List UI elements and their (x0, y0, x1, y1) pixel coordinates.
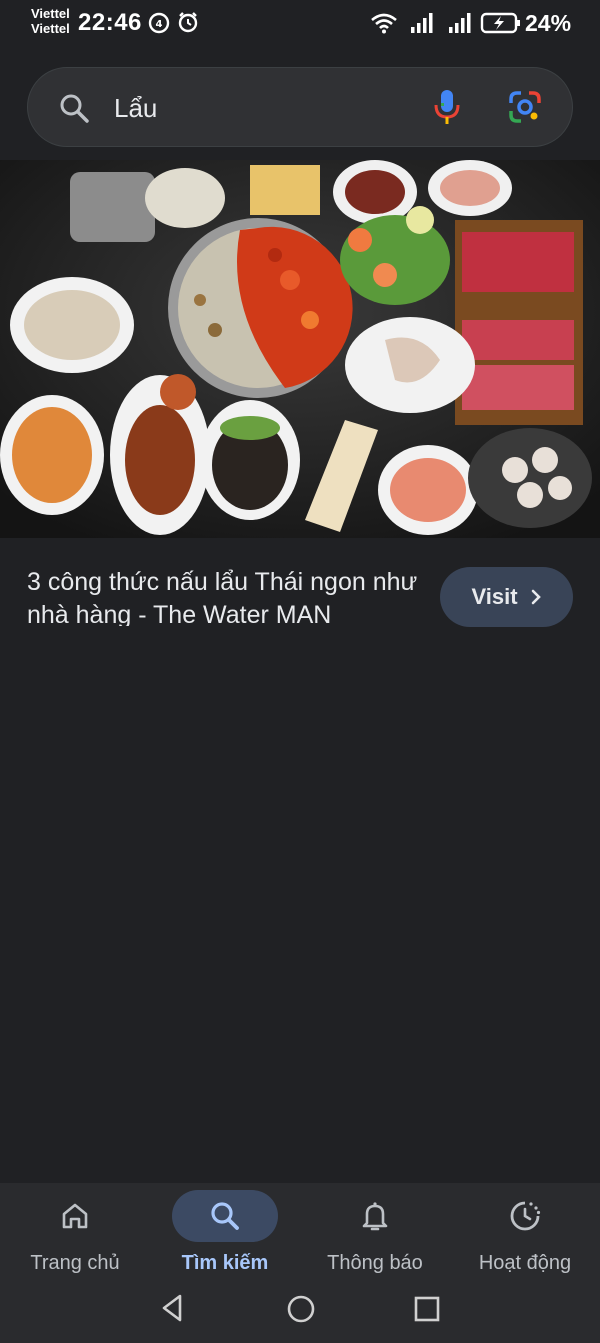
google-lens-icon[interactable] (508, 90, 542, 124)
search-bar[interactable]: Lẩu (27, 67, 573, 147)
nav-label-search: Tìm kiếm (181, 1252, 269, 1274)
carrier-2: Viettel (31, 21, 70, 36)
chevron-right-icon (531, 589, 541, 605)
system-navigation (0, 1290, 600, 1330)
clock: 22:46 (78, 9, 142, 36)
visit-label: Visit (471, 584, 518, 609)
activity-icon (510, 1201, 541, 1231)
result-title[interactable]: 3 công thức nấu lẩu Thái ngon như nhà hà… (27, 566, 427, 626)
nav-label-notifications: Thông báo (327, 1252, 423, 1274)
visit-button[interactable]: Visit (440, 567, 573, 627)
nav-item-activity[interactable]: Hoạt động (450, 1183, 600, 1283)
signal-1-icon (411, 13, 433, 33)
nav-item-notifications[interactable]: Thông báo (300, 1183, 450, 1283)
hotpot-food-image (0, 160, 600, 538)
svg-text:4: 4 (156, 19, 163, 30)
search-icon (60, 94, 89, 123)
carrier-labels: Viettel Viettel (31, 6, 70, 36)
wifi-icon (371, 13, 397, 34)
status-bar: Viettel Viettel 22:46 4 24% (0, 0, 600, 48)
data-saver-icon: 4 (148, 12, 170, 34)
signal-2-icon (449, 13, 471, 33)
nav-label-activity: Hoạt động (478, 1252, 572, 1274)
alarm-icon (178, 12, 198, 33)
mic-icon[interactable] (432, 88, 462, 126)
home-icon (62, 1203, 88, 1229)
nav-label-home: Trang chủ (30, 1252, 120, 1274)
battery-percent: 24% (525, 10, 572, 36)
search-icon (211, 1202, 239, 1230)
recents-icon[interactable] (413, 1290, 441, 1326)
battery-icon (480, 12, 520, 34)
carrier-1: Viettel (31, 6, 70, 21)
home-circle-icon[interactable] (285, 1290, 317, 1326)
nav-item-home[interactable]: Trang chủ (0, 1183, 150, 1283)
search-input[interactable]: Lẩu (114, 93, 157, 124)
bell-icon (362, 1202, 388, 1231)
back-icon[interactable] (158, 1290, 186, 1326)
nav-item-search[interactable]: Tìm kiếm (150, 1183, 300, 1283)
result-image[interactable] (0, 160, 600, 538)
